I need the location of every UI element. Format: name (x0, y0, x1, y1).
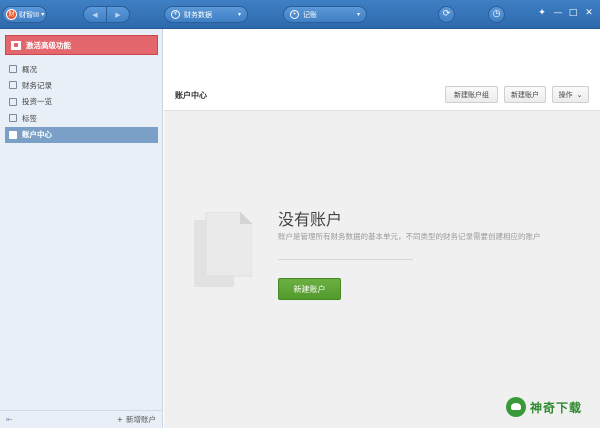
app-menu-button[interactable]: 财 财智III ▾ (2, 6, 47, 23)
sidebar-item-label: 账户中心 (22, 130, 52, 140)
record-label: 记账 (303, 10, 317, 19)
skin-icon[interactable]: ✦ (536, 8, 548, 18)
sidebar-footer: ⇤ + 新增账户 (0, 410, 162, 428)
overview-icon (9, 65, 17, 73)
create-account-button[interactable]: 新建账户 (278, 278, 341, 300)
chevron-down-icon: ▾ (237, 11, 241, 18)
divider (278, 259, 413, 260)
sidebar-item-label: 财务记录 (22, 80, 52, 90)
empty-state-title: 没有账户 (278, 210, 343, 229)
sidebar-nav: 概况 财务记录 投资一览 标签 账户中心 (5, 61, 158, 143)
yen-icon: ¥ (171, 10, 180, 19)
activate-premium-label: 激活高级功能 (26, 40, 71, 50)
app-name: 财智III (19, 10, 40, 19)
investment-icon (9, 97, 17, 106)
actions-dropdown[interactable]: 操作 ⌄ (552, 86, 589, 103)
watermark-text: 神奇下载 (530, 400, 583, 415)
main-header: 账户中心 新建账户组 新建账户 操作 ⌄ (164, 29, 600, 111)
add-account-link[interactable]: + 新增账户 (117, 414, 156, 425)
sidebar-item-overview[interactable]: 概况 (5, 61, 158, 77)
reminder-button[interactable]: ◷ (488, 6, 505, 23)
main-panel: 账户中心 新建账户组 新建账户 操作 ⌄ 没有账户 账户是管理所有财务数据的基本… (164, 29, 600, 428)
page-title: 账户中心 (175, 91, 207, 100)
sync-button[interactable]: ⟳ (438, 6, 455, 23)
sidebar-item-records[interactable]: 财务记录 (5, 77, 158, 93)
close-icon[interactable]: ✕ (583, 8, 595, 18)
watermark: 神奇下载 (506, 395, 594, 419)
sidebar-item-label: 概况 (22, 64, 37, 74)
empty-state-description: 账户是管理所有财务数据的基本单元，不同类型的财务记录需要创建相应的账户 (278, 232, 541, 241)
refresh-icon: ⟳ (442, 9, 451, 19)
title-bar: 财 财智III ▾ ◀ ▶ ¥ 财务数据 ▾ + 记账 ▾ ⟳ ◷ ✦ — □ … (0, 0, 600, 29)
sidebar-item-tags[interactable]: 标签 (5, 110, 158, 126)
new-account-button[interactable]: 新建账户 (504, 86, 546, 103)
actions-label: 操作 (558, 90, 573, 99)
premium-icon (11, 40, 21, 50)
finance-data-label: 财务数据 (184, 10, 212, 19)
chevron-down-icon: ▾ (356, 11, 360, 18)
record-dropdown[interactable]: + 记账 ▾ (283, 6, 367, 23)
plus-icon: + (116, 415, 123, 424)
chevron-down-icon: ▾ (41, 11, 45, 18)
chevron-down-icon: ⌄ (576, 90, 583, 99)
sidebar-item-investments[interactable]: 投资一览 (5, 94, 158, 110)
watermark-logo-icon (506, 397, 526, 417)
sidebar-item-label: 投资一览 (22, 97, 52, 107)
minimize-icon[interactable]: — (552, 8, 564, 18)
sidebar-item-accounts[interactable]: 账户中心 (5, 126, 158, 143)
maximize-icon[interactable]: □ (567, 8, 579, 18)
app-logo-icon: 财 (6, 9, 17, 20)
new-account-group-button[interactable]: 新建账户组 (445, 86, 498, 103)
history-nav: ◀ ▶ (83, 6, 130, 23)
finance-data-dropdown[interactable]: ¥ 财务数据 ▾ (164, 6, 248, 23)
document-icon (194, 212, 252, 287)
plus-circle-icon: + (290, 10, 299, 19)
add-account-label: 新增账户 (126, 415, 156, 424)
sidebar-item-label: 标签 (22, 113, 37, 123)
account-icon (9, 130, 17, 139)
activate-premium-button[interactable]: 激活高级功能 (5, 35, 158, 55)
tag-icon (9, 114, 17, 123)
clock-icon: ◷ (492, 9, 501, 19)
forward-button[interactable]: ▶ (106, 7, 129, 22)
back-button[interactable]: ◀ (84, 7, 106, 22)
collapse-sidebar-icon[interactable]: ⇤ (6, 415, 13, 424)
sidebar: 激活高级功能 概况 财务记录 投资一览 标签 账户中心 ⇤ + 新增账户 (0, 29, 163, 428)
records-icon (9, 81, 17, 90)
